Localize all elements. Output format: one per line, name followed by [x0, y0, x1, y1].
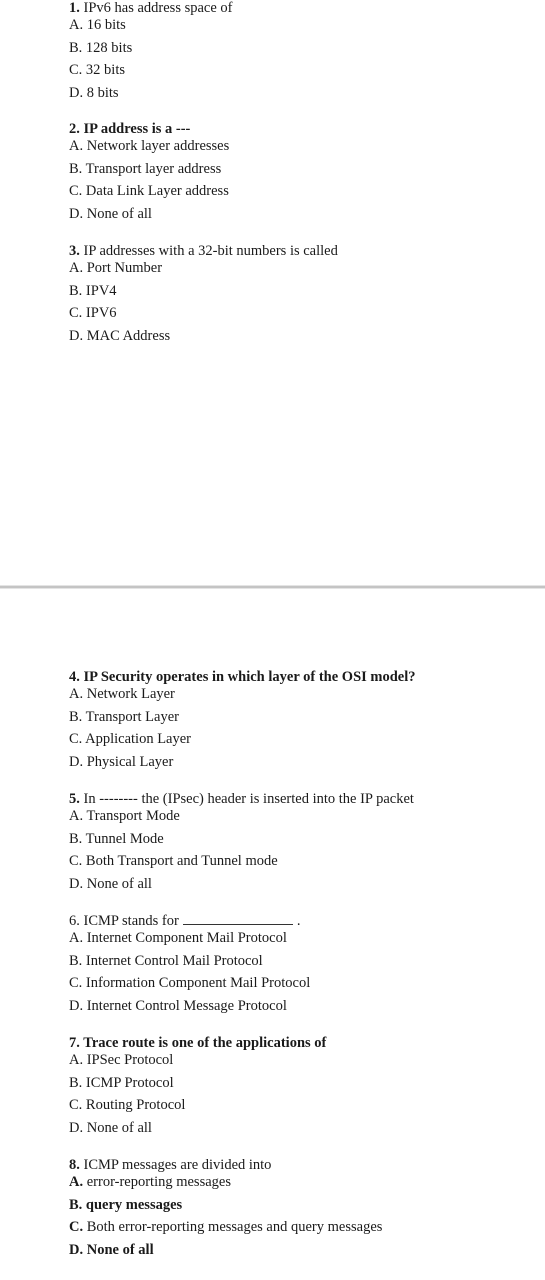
option-c: C. IPV6: [69, 305, 117, 321]
page-divider: [0, 585, 545, 589]
question-text: IP addresses with a 32-bit numbers is ca…: [83, 243, 338, 259]
question-text: IP Security operates in which layer of t…: [83, 669, 416, 685]
question-6: 6. ICMP stands for. A. Internet Componen…: [69, 913, 539, 1020]
option-text: Both error-reporting messages and query …: [86, 1219, 383, 1235]
option-c: C. Information Component Mail Protocol: [69, 975, 311, 991]
question-number: 8.: [69, 1157, 80, 1173]
option-a: A. Internet Component Mail Protocol: [69, 930, 287, 946]
question-text: Trace route is one of the applications o…: [83, 1035, 327, 1051]
option-b: B. IPV4: [69, 282, 117, 299]
fill-in-blank: [182, 914, 293, 925]
question-3: 3. IP addresses with a 32-bit numbers is…: [69, 243, 539, 350]
option-d: D. None of all: [69, 205, 152, 222]
question-number: 1.: [69, 0, 80, 16]
question-8: 8. ICMP messages are divided into A. err…: [69, 1157, 539, 1264]
option-b: B. Tunnel Mode: [69, 830, 164, 847]
option-c: C. Both Transport and Tunnel mode: [69, 853, 278, 869]
option-text: query messages: [85, 1196, 183, 1213]
option-b: B. Transport layer address: [69, 160, 222, 177]
option-a: A. Port Number: [69, 260, 163, 276]
question-stem: 6. ICMP stands for.: [69, 913, 539, 930]
option-letter: C.: [69, 1219, 84, 1235]
question-number: 2.: [69, 121, 80, 137]
option-d: D. None of all: [69, 875, 152, 892]
option-b: B. ICMP Protocol: [69, 1074, 174, 1091]
question-text: In -------- the (IPsec) header is insert…: [83, 791, 414, 807]
option-a: A. IPSec Protocol: [69, 1052, 174, 1068]
option-d: D. Internet Control Message Protocol: [69, 997, 287, 1014]
question-stem: 8. ICMP messages are divided into: [69, 1157, 539, 1174]
option-d: D. None of all: [69, 1242, 539, 1265]
question-text: IPv6 has address space of: [83, 0, 233, 16]
question-1: 1. IPv6 has address space of A. 16 bits …: [69, 0, 539, 107]
option-text: error-reporting messages: [86, 1174, 231, 1190]
option-text: None of all: [86, 1241, 154, 1258]
question-4: 4. IP Security operates in which layer o…: [69, 669, 539, 776]
option-a: A. 16 bits: [69, 17, 126, 33]
question-text: ICMP stands for: [83, 913, 179, 929]
question-number: 4.: [69, 669, 80, 685]
option-c: C. Routing Protocol: [69, 1097, 186, 1113]
option-c: C. 32 bits: [69, 62, 125, 78]
question-5: 5. In -------- the (IPsec) header is ins…: [69, 791, 539, 898]
question-text: ICMP messages are divided into: [83, 1157, 272, 1173]
option-a: A. Transport Mode: [69, 808, 180, 824]
option-d: D. MAC Address: [69, 327, 171, 344]
option-letter: D.: [69, 1241, 84, 1258]
question-7: 7. Trace route is one of the application…: [69, 1035, 539, 1142]
question-number: 6.: [69, 913, 80, 929]
question-stem: 2. IP address is a ---: [69, 121, 539, 138]
question-number: 5.: [69, 791, 80, 807]
option-letter: B.: [69, 1196, 83, 1213]
option-letter: A.: [69, 1174, 84, 1190]
option-d: D. None of all: [69, 1119, 152, 1136]
option-c: C. Data Link Layer address: [69, 183, 229, 199]
question-2: 2. IP address is a --- A. Network layer …: [69, 121, 539, 228]
option-b: B. 128 bits: [69, 39, 133, 56]
option-d: D. Physical Layer: [69, 753, 174, 770]
question-text: IP address is a ---: [83, 121, 191, 137]
option-a: A. Network layer addresses: [69, 138, 230, 154]
question-stem: 7. Trace route is one of the application…: [69, 1035, 539, 1052]
option-a: A. error-reporting messages: [69, 1174, 539, 1197]
question-text-suffix: .: [296, 913, 301, 929]
question-stem: 1. IPv6 has address space of: [69, 0, 539, 17]
question-stem: 5. In -------- the (IPsec) header is ins…: [69, 791, 539, 808]
option-b: B. query messages: [69, 1197, 539, 1220]
question-number: 3.: [69, 243, 80, 259]
question-number: 7.: [69, 1035, 80, 1051]
question-stem: 4. IP Security operates in which layer o…: [69, 669, 539, 686]
option-b: B. Internet Control Mail Protocol: [69, 952, 263, 969]
option-d: D. 8 bits: [69, 84, 119, 101]
option-c: C. Application Layer: [69, 731, 192, 747]
question-stem: 3. IP addresses with a 32-bit numbers is…: [69, 243, 539, 260]
option-c: C. Both error-reporting messages and que…: [69, 1219, 539, 1242]
option-a: A. Network Layer: [69, 686, 175, 702]
option-b: B. Transport Layer: [69, 708, 179, 725]
